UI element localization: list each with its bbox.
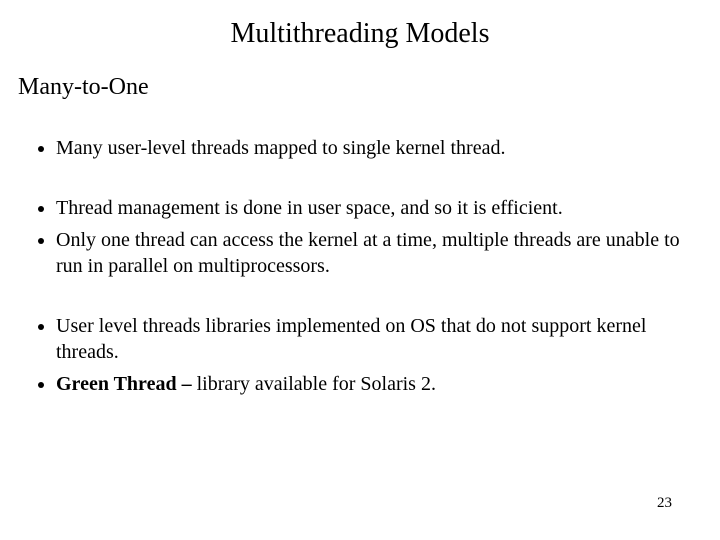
bullet-item: Green Thread – library available for Sol…	[56, 371, 684, 397]
bullet-text: Many user-level threads mapped to single…	[56, 137, 505, 159]
bullet-item: Many user-level threads mapped to single…	[56, 135, 684, 161]
bullet-item: Thread management is done in user space,…	[56, 195, 684, 221]
bullet-group-3: User level threads libraries implemented…	[0, 313, 720, 397]
bullet-group-2: Thread management is done in user space,…	[0, 195, 720, 279]
bullet-text: User level threads libraries implemented…	[56, 315, 646, 363]
bullet-text: library available for Solaris 2.	[197, 373, 436, 395]
slide: Multithreading Models Many-to-One Many u…	[0, 0, 720, 540]
page-number: 23	[657, 495, 672, 512]
bullet-item: User level threads libraries implemented…	[56, 313, 684, 365]
bullet-text: Only one thread can access the kernel at…	[56, 229, 680, 277]
bullet-text: Thread management is done in user space,…	[56, 197, 563, 219]
bullet-item: Only one thread can access the kernel at…	[56, 227, 684, 279]
slide-title: Multithreading Models	[0, 0, 720, 50]
bullet-group-1: Many user-level threads mapped to single…	[0, 135, 720, 161]
slide-subtitle: Many-to-One	[0, 50, 720, 101]
bullet-bold-lead: Green Thread –	[56, 373, 197, 395]
